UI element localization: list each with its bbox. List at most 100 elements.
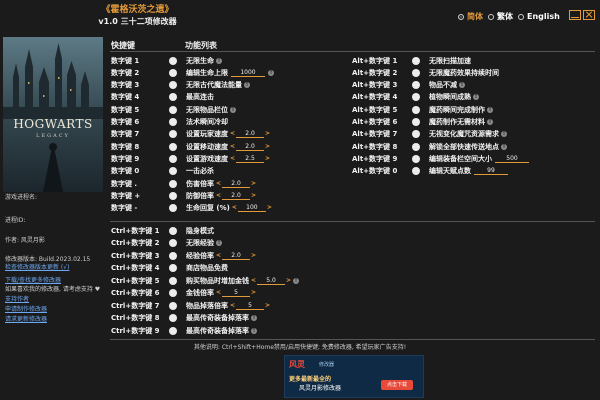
info-icon[interactable]: ! <box>487 119 493 125</box>
cheat-toggle[interactable] <box>412 154 420 163</box>
info-icon[interactable]: ! <box>487 106 493 113</box>
value-input-group: 500 <box>494 155 530 163</box>
cheat-toggle[interactable] <box>169 105 177 114</box>
hotkey-label: Alt+数字键 6 <box>352 118 398 126</box>
cheat-toggle[interactable] <box>169 301 177 310</box>
decrease-arrow-icon[interactable]: < <box>216 180 221 188</box>
info-icon[interactable]: ! <box>501 131 507 138</box>
value-input[interactable]: 5 <box>222 289 251 297</box>
info-icon[interactable]: ! <box>244 82 250 89</box>
increase-arrow-icon[interactable]: > <box>267 204 272 212</box>
info-icon[interactable]: ! <box>501 143 507 150</box>
decrease-arrow-icon[interactable]: < <box>251 277 256 285</box>
increase-arrow-icon[interactable]: > <box>286 277 291 285</box>
info-icon[interactable]: ! <box>459 82 465 89</box>
support-author-link[interactable]: 支持作者 <box>5 295 29 304</box>
cheat-toggle[interactable] <box>169 56 177 65</box>
cheat-toggle[interactable] <box>412 142 420 151</box>
cheat-toggle[interactable] <box>412 167 420 176</box>
decrease-arrow-icon[interactable]: < <box>230 130 235 138</box>
cheat-toggle[interactable] <box>169 154 177 163</box>
cheat-toggle[interactable] <box>169 142 177 151</box>
cheat-toggle[interactable] <box>169 204 177 213</box>
cheat-toggle[interactable] <box>169 81 177 90</box>
author-label: 作者: 风灵月影 <box>5 237 45 244</box>
cheat-toggle[interactable] <box>412 68 420 77</box>
hotkey-label: Alt+数字键 3 <box>352 81 398 90</box>
value-input[interactable]: 2.0 <box>222 192 251 200</box>
increase-arrow-icon[interactable]: > <box>251 289 256 297</box>
minimize-button[interactable] <box>569 10 581 20</box>
download-more-link[interactable]: 下载/查找更多修改器 <box>5 276 61 285</box>
request-trainer-link[interactable]: 申请制作修改器 <box>5 305 47 314</box>
info-icon[interactable]: ! <box>293 277 300 284</box>
cheat-toggle[interactable] <box>169 167 177 176</box>
info-icon[interactable]: ! <box>251 327 257 334</box>
radio-icon[interactable] <box>518 13 524 20</box>
cheat-toggle[interactable] <box>169 326 177 335</box>
cheat-toggle[interactable] <box>412 93 420 102</box>
ad-banner[interactable]: 风灵 修改器 更多最新最全的 风灵月影修改器 点击下载 <box>284 355 424 398</box>
info-icon[interactable]: ! <box>230 106 236 113</box>
info-icon[interactable]: ! <box>216 240 222 246</box>
cheat-toggle[interactable] <box>412 81 420 90</box>
cheat-toggle[interactable] <box>169 276 177 285</box>
value-input[interactable]: 100 <box>237 204 266 213</box>
value-input[interactable]: 2.0 <box>236 130 265 139</box>
ad-brand: 风灵 <box>289 360 305 369</box>
cheat-toggle[interactable] <box>169 179 177 188</box>
decrease-arrow-icon[interactable]: < <box>216 252 221 260</box>
cheat-toggle[interactable] <box>169 239 177 247</box>
request-update-link[interactable]: 请求更新修改器 <box>5 315 47 324</box>
increase-arrow-icon[interactable]: > <box>251 180 256 188</box>
increase-arrow-icon[interactable]: > <box>251 252 256 260</box>
decrease-arrow-icon[interactable]: < <box>230 302 235 310</box>
increase-arrow-icon[interactable]: > <box>265 302 270 310</box>
cheat-toggle[interactable] <box>412 105 420 114</box>
lang-option-english[interactable]: English <box>518 12 560 21</box>
cheat-toggle[interactable] <box>169 289 177 297</box>
ad-download-button[interactable]: 点击下载 <box>381 380 413 390</box>
decrease-arrow-icon[interactable]: < <box>216 289 221 297</box>
cheat-toggle[interactable] <box>169 226 177 235</box>
cheat-toggle[interactable] <box>169 314 177 322</box>
value-input[interactable]: 1000 <box>231 69 265 77</box>
cheat-toggle[interactable] <box>169 68 177 77</box>
info-icon[interactable]: ! <box>268 69 274 76</box>
value-input[interactable]: 5.0 <box>257 277 286 285</box>
increase-arrow-icon[interactable]: > <box>265 130 270 138</box>
info-icon[interactable]: ! <box>216 57 222 64</box>
cheat-toggle[interactable] <box>169 93 177 102</box>
cheat-toggle[interactable] <box>169 118 177 126</box>
info-icon[interactable]: ! <box>473 94 479 101</box>
value-input[interactable]: 2.5 <box>236 155 265 163</box>
decrease-arrow-icon[interactable]: < <box>232 204 237 212</box>
value-input[interactable]: 2.0 <box>222 252 251 260</box>
decrease-arrow-icon[interactable]: < <box>216 192 221 200</box>
hotkey-label: Ctrl+数字键 3 <box>111 251 160 260</box>
value-input[interactable]: 2.0 <box>222 180 251 188</box>
cheat-toggle[interactable] <box>169 251 177 260</box>
decrease-arrow-icon[interactable]: < <box>230 155 235 163</box>
lang-option-simplified[interactable]: 简体 <box>458 11 483 22</box>
close-button[interactable] <box>583 10 595 20</box>
increase-arrow-icon[interactable]: > <box>265 155 270 163</box>
cheat-toggle[interactable] <box>412 56 420 65</box>
cheat-toggle[interactable] <box>169 130 177 139</box>
value-input[interactable]: 99 <box>474 167 508 176</box>
cheat-toggle[interactable] <box>169 191 177 200</box>
lang-option-traditional[interactable]: 繁体 <box>488 11 513 22</box>
radio-icon[interactable] <box>488 13 494 20</box>
value-input[interactable]: 500 <box>495 155 529 163</box>
value-input[interactable]: 2.0 <box>236 143 265 151</box>
increase-arrow-icon[interactable]: > <box>251 192 256 200</box>
radio-selected-icon[interactable] <box>458 13 464 20</box>
check-update-link[interactable]: 检查修改器版本更新 (√) <box>5 263 69 272</box>
increase-arrow-icon[interactable]: > <box>265 143 270 151</box>
cheat-toggle[interactable] <box>412 130 420 139</box>
cheat-toggle[interactable] <box>412 118 420 126</box>
decrease-arrow-icon[interactable]: < <box>230 143 235 151</box>
info-icon[interactable]: ! <box>251 315 257 321</box>
cheat-toggle[interactable] <box>169 264 177 272</box>
value-input[interactable]: 5 <box>236 302 265 310</box>
